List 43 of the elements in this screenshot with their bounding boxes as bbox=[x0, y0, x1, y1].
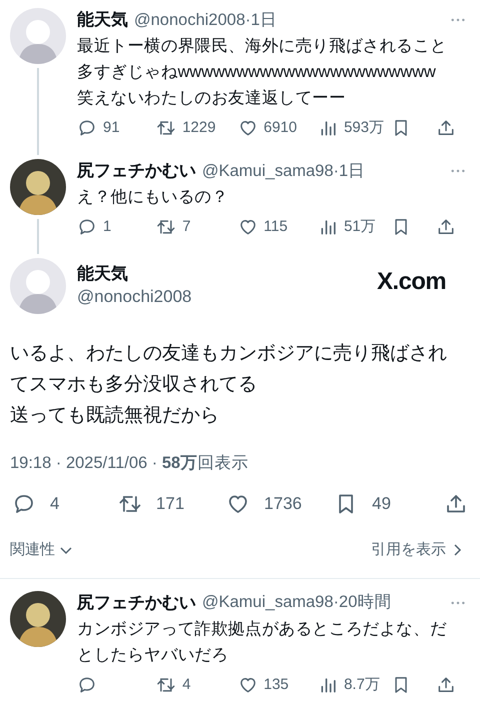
count: 91 bbox=[103, 118, 120, 138]
user-handle[interactable]: @Kamui_sama98 bbox=[202, 158, 334, 184]
post-text: 送っても既読無視だから bbox=[10, 404, 220, 428]
count: 593万 bbox=[344, 118, 384, 138]
user-name[interactable]: 能天気 bbox=[77, 263, 192, 285]
count: 6910 bbox=[264, 118, 297, 138]
user-name[interactable]: 尻フェチかむい bbox=[77, 590, 196, 616]
share-icon[interactable] bbox=[436, 217, 456, 237]
reply-icon[interactable] bbox=[77, 674, 97, 695]
post-text: いるよ、わたしの友達もカンボジアに売り飛ばされてスマホも多分没収されてる bbox=[10, 342, 448, 397]
post-text: カンボジアって詐欺拠点があるところだよな、だとしたらヤバいだろ bbox=[77, 618, 448, 666]
count: 1 bbox=[103, 216, 112, 237]
heart-icon[interactable] bbox=[238, 118, 258, 138]
count: 8.7万 bbox=[344, 674, 380, 694]
count: 1736 bbox=[264, 493, 302, 515]
user-name[interactable]: 能天気 bbox=[77, 7, 128, 33]
user-handle[interactable]: @nonochi2008 bbox=[134, 8, 246, 32]
user-handle[interactable]: @Kamui_sama98 bbox=[202, 590, 334, 616]
post-text: 最近トー横の界隈民、海外に売り飛ばされること多すぎじゃねwwwwwwwwwwwwwwwwwwwwww笑えないわたしのお友達返してーー bbox=[77, 36, 448, 109]
sort-dropdown[interactable]: 関連性 bbox=[10, 538, 73, 561]
count: 51万 bbox=[344, 216, 376, 237]
quotes-link[interactable]: 引用を表示 bbox=[371, 538, 464, 561]
post-text: え？他にもいるの？ bbox=[77, 187, 230, 208]
count: 49 bbox=[372, 493, 391, 515]
user-handle[interactable]: @nonochi2008 bbox=[77, 285, 192, 309]
count: 7 bbox=[182, 216, 191, 237]
post-time[interactable]: ·1日 bbox=[245, 8, 277, 32]
user-name[interactable]: 尻フェチかむい bbox=[77, 158, 196, 184]
reply-icon[interactable] bbox=[77, 217, 97, 237]
post-meta: 19:18 · 2025/11/06 · 58万回表示 bbox=[10, 453, 250, 474]
count: 171 bbox=[156, 493, 184, 515]
share-icon[interactable] bbox=[436, 674, 456, 695]
heart-icon[interactable] bbox=[238, 217, 258, 237]
post-time[interactable]: ·1日 bbox=[333, 158, 366, 184]
share-icon[interactable] bbox=[436, 118, 456, 138]
count: 4 bbox=[182, 674, 191, 694]
post-time[interactable]: ·20時間 bbox=[333, 590, 392, 616]
count: 1229 bbox=[182, 118, 216, 138]
reply-icon[interactable] bbox=[77, 118, 97, 138]
count: 135 bbox=[264, 674, 289, 694]
brand-logo: X.com bbox=[376, 267, 446, 297]
count: 4 bbox=[50, 493, 60, 515]
count: 115 bbox=[264, 216, 288, 237]
